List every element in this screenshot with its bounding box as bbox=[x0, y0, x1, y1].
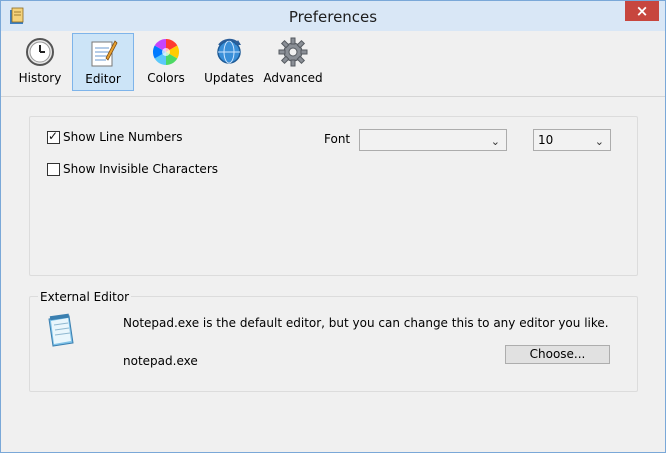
font-select[interactable]: ⌄ bbox=[359, 129, 507, 151]
toolbar-divider bbox=[1, 96, 665, 97]
tab-editor[interactable]: Editor bbox=[72, 33, 134, 91]
chevron-down-icon: ⌄ bbox=[490, 135, 500, 148]
gear-icon bbox=[278, 37, 308, 67]
tab-advanced-label: Advanced bbox=[263, 71, 323, 85]
tab-updates-label: Updates bbox=[204, 71, 254, 85]
tab-colors-label: Colors bbox=[147, 71, 185, 85]
choose-editor-button[interactable]: Choose... bbox=[505, 345, 610, 364]
show-line-numbers-row[interactable]: Show Line Numbers bbox=[47, 129, 182, 145]
show-line-numbers-checkbox[interactable] bbox=[47, 129, 60, 144]
tab-editor-label: Editor bbox=[85, 72, 121, 86]
title-bar: Preferences × bbox=[1, 1, 665, 31]
chevron-down-icon: ⌄ bbox=[594, 135, 604, 148]
color-wheel-icon bbox=[152, 38, 180, 66]
external-editor-group bbox=[29, 296, 638, 392]
clock-icon bbox=[26, 38, 54, 66]
notepad-icon bbox=[48, 313, 74, 347]
toolbar: History Editor Colors Updates Advanced bbox=[1, 31, 665, 96]
globe-refresh-icon bbox=[217, 38, 241, 64]
show-line-numbers-label: Show Line Numbers bbox=[63, 130, 183, 144]
tab-updates[interactable]: Updates bbox=[202, 33, 256, 91]
tab-history[interactable]: History bbox=[13, 33, 67, 91]
show-invisible-characters-label: Show Invisible Characters bbox=[63, 162, 219, 176]
tab-colors[interactable]: Colors bbox=[139, 33, 193, 91]
external-editor-description: Notepad.exe is the default editor, but y… bbox=[123, 316, 609, 330]
tab-history-label: History bbox=[18, 71, 62, 85]
show-invisible-characters-row[interactable]: Show Invisible Characters bbox=[47, 161, 218, 177]
tab-advanced[interactable]: Advanced bbox=[263, 33, 323, 91]
current-editor-value: notepad.exe bbox=[123, 354, 198, 368]
close-button[interactable]: × bbox=[625, 1, 659, 21]
preferences-window: Preferences × History Editor Colors Upda… bbox=[0, 0, 666, 453]
notepad-pencil-icon bbox=[91, 40, 118, 67]
font-size-value: 10 bbox=[538, 133, 554, 147]
font-size-select[interactable]: 10 ⌄ bbox=[533, 129, 611, 151]
window-title: Preferences bbox=[288, 8, 378, 26]
show-invisible-characters-checkbox[interactable] bbox=[47, 162, 60, 176]
external-editor-title: External Editor bbox=[38, 290, 132, 304]
font-label: Font bbox=[324, 132, 351, 146]
